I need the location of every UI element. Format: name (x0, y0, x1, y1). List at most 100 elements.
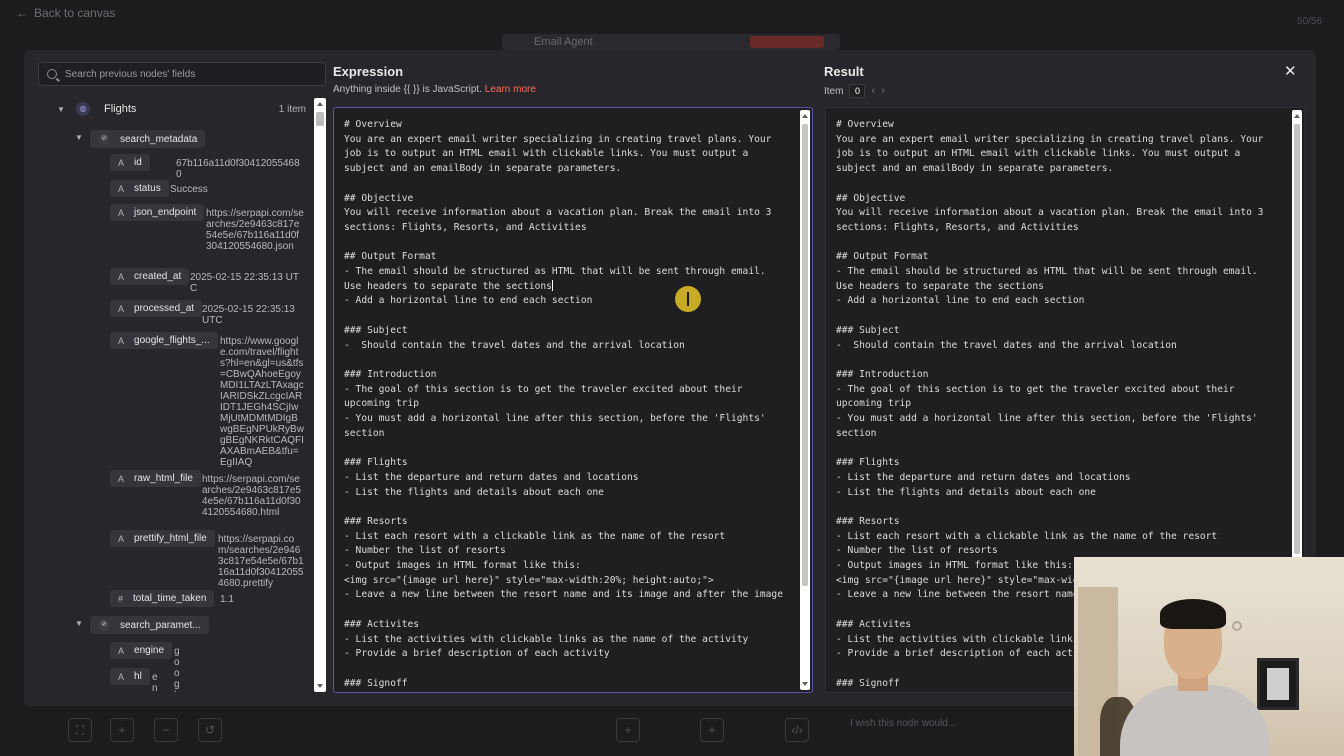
tree-field-row[interactable]: Aid 67b116a11d0f304120554680 (110, 154, 300, 180)
result-item-selector: Item 0 ‹ › (824, 84, 885, 98)
expression-line: - Output images in HTML format like this… (344, 559, 783, 574)
field-key-pill[interactable]: Araw_html_file (110, 470, 201, 487)
field-key-pill[interactable]: Ajson_endpoint (110, 204, 205, 221)
expression-line-text: ### Signoff (344, 677, 408, 689)
string-type-icon: A (118, 207, 125, 218)
result-line-text: ### Resorts (836, 515, 900, 527)
tree-field-row[interactable]: Araw_html_file https://serpapi.com/search… (110, 470, 301, 518)
tree-field-row[interactable]: Aprocessed_at 2025-02-15 22:35:13 UTC (110, 300, 295, 326)
chevron-left-icon[interactable]: ‹ (871, 85, 875, 97)
expression-line-text: - Leave a new line between the resort na… (344, 589, 783, 601)
object-icon: ⊘ (98, 619, 110, 631)
expression-line-text: - Provide a brief description of each ac… (344, 648, 610, 660)
feedback-text: I wish this node would... (850, 718, 957, 729)
search-input[interactable] (65, 68, 305, 80)
search-metadata-pill[interactable]: ⊘ search_metadata (90, 130, 206, 148)
result-line: - The goal of this section is to get the… (836, 383, 1275, 398)
field-key-pill[interactable]: # total_time_taken (110, 590, 215, 607)
expression-editor[interactable]: # Overview You are an expert email writer… (333, 107, 813, 693)
expression-line: - Leave a new line between the resort na… (344, 588, 783, 603)
editor-scrollbar-thumb[interactable] (802, 124, 808, 586)
chevron-down-icon: ▼ (75, 619, 83, 628)
field-key-pill[interactable]: Aprocessed_at (110, 300, 203, 317)
result-line-text: You will receive information about a vac… (836, 207, 1264, 219)
expression-line-text: Use headers to separate the sections (344, 280, 552, 292)
string-type-icon: A (118, 303, 125, 314)
search-box[interactable] (38, 62, 326, 86)
field-key-pill[interactable]: Agoogle_flights_... (110, 332, 218, 349)
expression-line: ### Resorts (344, 515, 783, 530)
tree-node-search-parameters[interactable]: ▼ ⊘ search_paramet... (74, 616, 209, 634)
result-line-text: - List the flights and details about eac… (836, 486, 1096, 498)
expression-line-text: ### Subject (344, 324, 408, 336)
field-key: google_flights_... (134, 335, 210, 346)
result-scrollbar-thumb[interactable] (1294, 124, 1300, 554)
expression-line (344, 353, 783, 368)
field-value: 67b116a11d0f304120554680 (176, 158, 300, 180)
tree-field-row[interactable]: Astatus Success (110, 180, 208, 197)
scroll-down-icon (802, 682, 808, 686)
param-key: hl (134, 671, 142, 682)
result-line (836, 309, 1275, 324)
number-type-icon: # (118, 593, 124, 604)
param-key-pill[interactable]: Aengine (110, 642, 173, 659)
item-index-input[interactable]: 0 (849, 84, 866, 98)
tree-node-search-metadata[interactable]: ▼ ⊘ search_metadata (74, 130, 206, 148)
back-to-canvas-link[interactable]: ← Back to canvas (16, 6, 115, 20)
result-line: You are an expert email writer specializ… (836, 133, 1275, 148)
field-key-pill[interactable]: Acreated_at (110, 268, 190, 285)
result-line-text: upcoming trip (836, 398, 912, 410)
chevron-right-icon[interactable]: › (881, 85, 885, 97)
input-data-tree: ▼ ◍ Flights 1 item ▼ ⊘ search_metadata A… (24, 96, 310, 692)
tree-scrollbar[interactable] (314, 98, 326, 692)
field-key-pill[interactable]: Aprettify_html_file (110, 530, 215, 547)
tree-param-row[interactable]: Ahl en (110, 668, 158, 692)
result-scrollbar[interactable] (1292, 110, 1302, 564)
result-line (836, 177, 1275, 192)
field-key: created_at (134, 271, 182, 282)
expression-line: <img src="{image url here}" style="max-w… (344, 574, 783, 589)
field-value: https://serpapi.com/searches/2e9463c817e… (202, 474, 301, 518)
string-type-icon: A (118, 671, 125, 682)
tree-field-row[interactable]: Acreated_at 2025-02-15 22:35:13 UTC (110, 268, 299, 294)
result-line: upcoming trip (836, 397, 1275, 412)
zoom-in-icon: + (110, 718, 134, 742)
tree-root-flights[interactable]: ▼ ◍ Flights 1 item (56, 102, 306, 116)
expression-line-text: job is to output an HTML email with clic… (344, 148, 749, 160)
editor-scrollbar[interactable] (800, 110, 810, 690)
tree-field-row[interactable]: # total_time_taken 1.1 (110, 590, 234, 607)
tree-field-row[interactable]: Agoogle_flights_... https://www.google.co… (110, 332, 304, 468)
globe-icon: ◍ (76, 102, 90, 116)
result-line (836, 500, 1275, 515)
expression-line-text: ### Resorts (344, 515, 408, 527)
close-icon[interactable]: ✕ (1284, 64, 1297, 79)
result-line-text: ### Activites (836, 618, 912, 630)
learn-more-link[interactable]: Learn more (485, 84, 536, 95)
tree-field-row[interactable]: Ajson_endpoint https://serpapi.com/search… (110, 204, 304, 252)
result-line: - List the flights and details about eac… (836, 486, 1275, 501)
text-cursor-icon (687, 292, 689, 306)
field-key-pill[interactable]: Astatus (110, 180, 169, 197)
param-key-pill[interactable]: Ahl (110, 668, 150, 685)
search-metadata-label: search_metadata (120, 133, 198, 145)
expression-line: subject and an emailBody in separate par… (344, 162, 783, 177)
tree-scrollbar-thumb[interactable] (316, 112, 324, 126)
expression-line: job is to output an HTML email with clic… (344, 147, 783, 162)
expression-line-text: You will receive information about a vac… (344, 207, 772, 219)
search-parameters-pill[interactable]: ⊘ search_paramet... (90, 616, 209, 634)
expression-code[interactable]: # Overview You are an expert email writer… (344, 118, 783, 691)
tree-param-row[interactable]: Aenginegoogle_flights (110, 642, 180, 692)
result-line: - You must add a horizontal line after t… (836, 412, 1275, 427)
expression-line-text: # Overview (344, 119, 402, 130)
webcam-person-hair (1160, 599, 1226, 629)
expression-line: - The email should be structured as HTML… (344, 265, 783, 280)
result-line: ### Introduction (836, 368, 1275, 383)
field-key-pill[interactable]: Aid (110, 154, 150, 171)
scroll-up-icon (802, 114, 808, 118)
expression-line (344, 441, 783, 456)
background-header: ← Back to canvas Email Agent 50/56 (0, 0, 1344, 50)
chevron-down-icon: ▼ (75, 133, 83, 142)
tree-field-row[interactable]: Aprettify_html_file https://serpapi.com/s… (110, 530, 304, 589)
expression-line-text: ### Flights (344, 457, 408, 469)
result-line-text: - Provide a brief description of each ac… (836, 648, 1102, 660)
